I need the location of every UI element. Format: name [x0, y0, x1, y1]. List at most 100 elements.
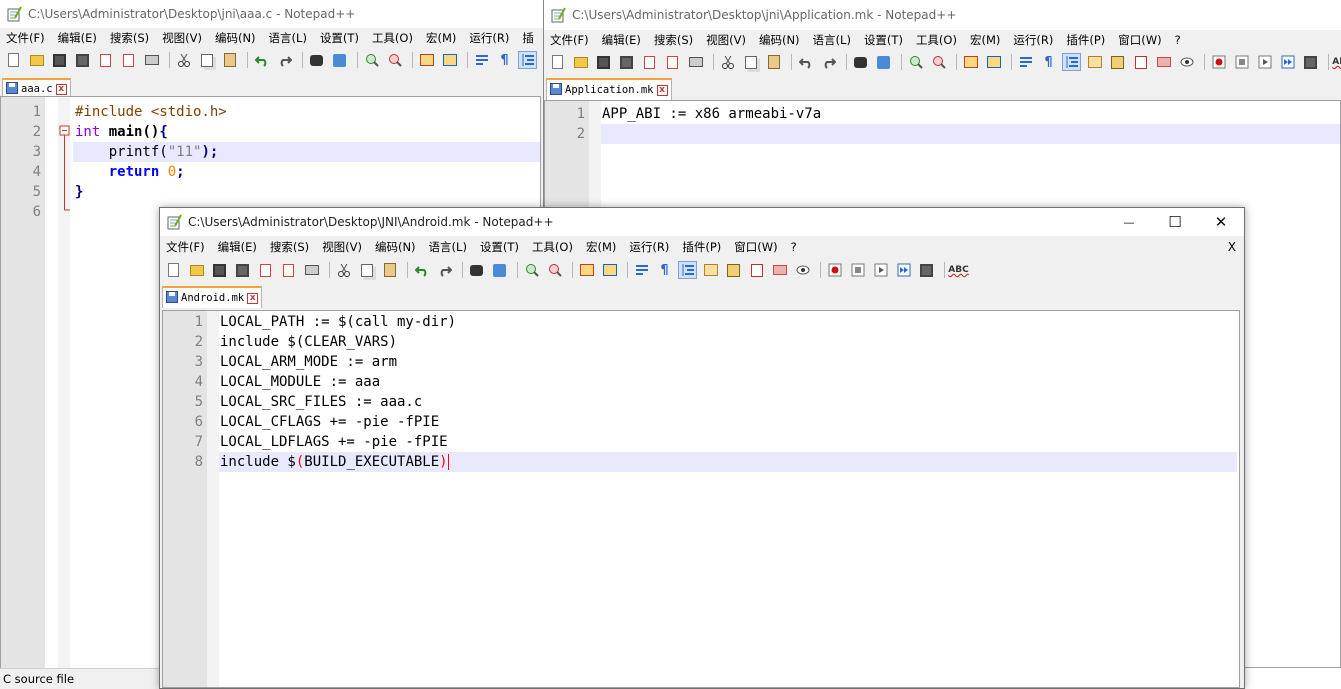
zoom-in-icon[interactable] — [522, 261, 541, 279]
title-bar[interactable]: C:\Users\Administrator\Desktop\jni\Appli… — [544, 0, 1341, 30]
menu-search[interactable]: 搜索(S) — [110, 30, 149, 46]
menu-file[interactable]: 文件(F) — [166, 239, 205, 255]
redo-icon[interactable] — [275, 51, 294, 69]
save-all-icon[interactable] — [233, 261, 252, 279]
zoom-out-icon[interactable] — [929, 53, 948, 71]
menu-run[interactable]: 运行(R) — [469, 30, 509, 46]
menu-view[interactable]: 视图(V) — [322, 239, 362, 255]
sync-horizontal-icon[interactable] — [600, 261, 619, 279]
stop-macro-icon[interactable] — [848, 261, 867, 279]
document-map-icon[interactable] — [724, 261, 743, 279]
word-wrap-icon[interactable] — [472, 51, 491, 69]
replace-icon[interactable] — [330, 51, 349, 69]
menu-run[interactable]: 运行(R) — [1013, 32, 1053, 48]
sync-vertical-icon[interactable] — [417, 51, 436, 69]
cut-icon[interactable] — [334, 261, 353, 279]
menu-window[interactable]: 窗口(W) — [734, 239, 777, 255]
tab-aaa-c[interactable]: aaa.c x — [2, 78, 71, 98]
menu-help[interactable]: ? — [1175, 33, 1181, 47]
replace-icon[interactable] — [874, 53, 893, 71]
show-all-chars-icon[interactable]: ¶ — [1039, 53, 1058, 71]
record-macro-icon[interactable] — [825, 261, 844, 279]
spell-check-icon[interactable]: ABC — [948, 261, 968, 279]
menu-settings[interactable]: 设置(T) — [480, 239, 519, 255]
menu-file[interactable]: 文件(F) — [550, 32, 589, 48]
new-file-icon[interactable] — [164, 261, 183, 279]
zoom-out-icon[interactable] — [385, 51, 404, 69]
monitoring-icon[interactable] — [1177, 53, 1196, 71]
menu-language[interactable]: 语言(L) — [429, 239, 467, 255]
print-icon[interactable] — [686, 53, 705, 71]
menu-settings[interactable]: 设置(T) — [320, 30, 359, 46]
show-all-chars-icon[interactable]: ¶ — [655, 261, 674, 279]
menu-plugins[interactable]: 插件(P) — [682, 239, 721, 255]
zoom-in-icon[interactable] — [362, 51, 381, 69]
zoom-in-icon[interactable] — [906, 53, 925, 71]
undo-icon[interactable] — [796, 53, 815, 71]
show-all-chars-icon[interactable]: ¶ — [495, 51, 514, 69]
menu-plugins[interactable]: 插 — [522, 30, 534, 46]
menu-tools[interactable]: 工具(O) — [372, 30, 413, 46]
indent-guide-icon[interactable] — [518, 51, 537, 69]
maximize-button[interactable]: ☐ — [1152, 208, 1198, 236]
save-icon[interactable] — [50, 51, 69, 69]
open-file-icon[interactable] — [571, 53, 590, 71]
indent-guide-icon[interactable] — [678, 261, 697, 279]
cut-icon[interactable] — [718, 53, 737, 71]
monitoring-icon[interactable] — [793, 261, 812, 279]
menu-language[interactable]: 语言(L) — [269, 30, 307, 46]
undo-icon[interactable] — [412, 261, 431, 279]
new-file-icon[interactable] — [4, 51, 23, 69]
menu-run[interactable]: 运行(R) — [629, 239, 669, 255]
paste-icon[interactable] — [380, 261, 399, 279]
word-wrap-icon[interactable] — [1016, 53, 1035, 71]
find-icon[interactable] — [467, 261, 486, 279]
sync-horizontal-icon[interactable] — [440, 51, 459, 69]
paste-icon[interactable] — [764, 53, 783, 71]
folder-as-workspace-icon[interactable] — [770, 261, 789, 279]
spell-check-icon[interactable]: ABC — [1332, 53, 1341, 71]
close-all-icon[interactable] — [119, 51, 138, 69]
print-icon[interactable] — [142, 51, 161, 69]
minimize-button[interactable]: — — [1106, 208, 1152, 236]
open-file-icon[interactable] — [27, 51, 46, 69]
menu-edit[interactable]: 编辑(E) — [58, 30, 97, 46]
title-bar[interactable]: C:\Users\Administrator\Desktop\jni\aaa.c… — [0, 0, 545, 28]
menu-view[interactable]: 视图(V) — [706, 32, 746, 48]
redo-icon[interactable] — [819, 53, 838, 71]
close-all-icon[interactable] — [663, 53, 682, 71]
redo-icon[interactable] — [435, 261, 454, 279]
menu-encoding[interactable]: 编码(N) — [759, 32, 800, 48]
menu-macro[interactable]: 宏(M) — [970, 32, 1000, 48]
sync-horizontal-icon[interactable] — [984, 53, 1003, 71]
copy-icon[interactable] — [741, 53, 760, 71]
save-all-icon[interactable] — [617, 53, 636, 71]
play-macro-icon[interactable] — [1255, 53, 1274, 71]
menu-plugins[interactable]: 插件(P) — [1066, 32, 1105, 48]
word-wrap-icon[interactable] — [632, 261, 651, 279]
title-bar[interactable]: C:\Users\Administrator\Desktop\JNI\Andro… — [160, 208, 1244, 236]
cut-icon[interactable] — [174, 51, 193, 69]
menu-language[interactable]: 语言(L) — [813, 32, 851, 48]
paste-icon[interactable] — [220, 51, 239, 69]
menu-search[interactable]: 搜索(S) — [654, 32, 693, 48]
save-icon[interactable] — [210, 261, 229, 279]
editor-android-mk[interactable]: 1 2 3 4 5 6 7 8 LOCAL_PATH := $(call my-… — [162, 310, 1240, 688]
menu-macro[interactable]: 宏(M) — [586, 239, 616, 255]
menu-file[interactable]: 文件(F) — [6, 30, 45, 46]
menu-tools[interactable]: 工具(O) — [532, 239, 573, 255]
tab-android-mk[interactable]: Android.mk x — [162, 286, 263, 308]
user-defined-language-icon[interactable] — [1085, 53, 1104, 71]
play-macro-icon[interactable] — [871, 261, 890, 279]
menu-edit[interactable]: 编辑(E) — [602, 32, 641, 48]
menu-window[interactable]: 窗口(W) — [1118, 32, 1161, 48]
close-tab-icon[interactable]: x — [55, 83, 67, 95]
close-all-icon[interactable] — [279, 261, 298, 279]
close-tab-icon[interactable]: x — [247, 292, 259, 304]
tab-application-mk[interactable]: Application.mk x — [546, 78, 672, 100]
menu-encoding[interactable]: 编码(N) — [215, 30, 256, 46]
undo-icon[interactable] — [252, 51, 271, 69]
print-icon[interactable] — [302, 261, 321, 279]
indent-guide-icon[interactable] — [1062, 53, 1081, 71]
menu-edit[interactable]: 编辑(E) — [218, 239, 257, 255]
